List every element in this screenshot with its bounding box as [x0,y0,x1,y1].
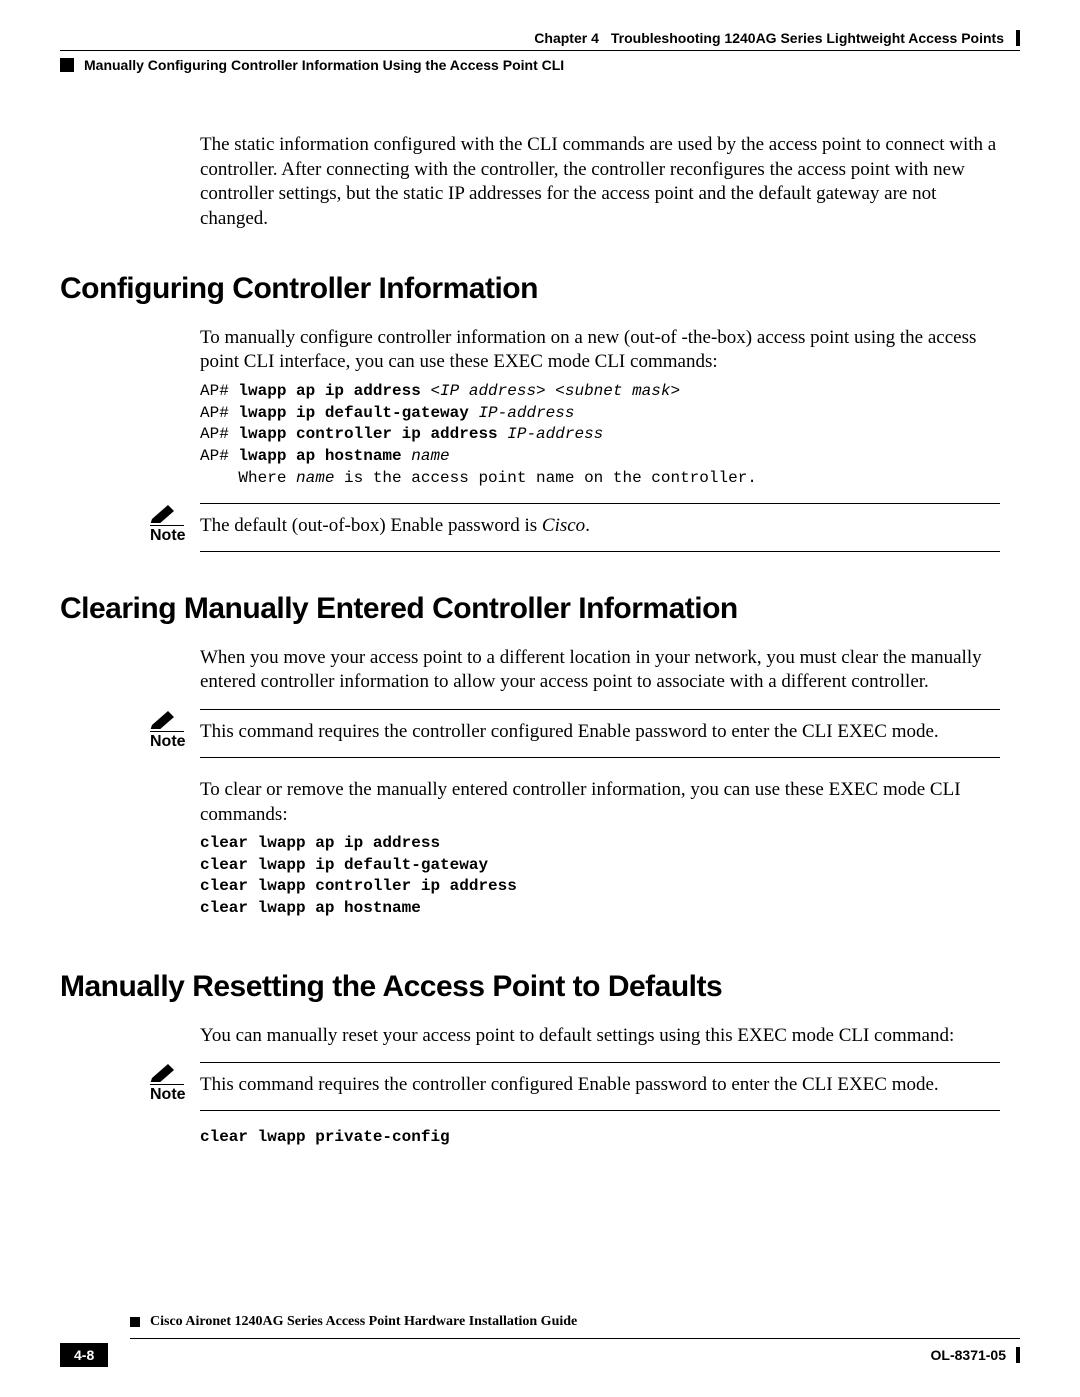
note-label: Note [150,527,186,544]
section3-heading: Manually Resetting the Access Point to D… [60,970,1020,1004]
section3-code: clear lwapp private-config [200,1127,1000,1149]
square-bullet-icon [130,1317,140,1327]
pencil-icon [150,503,178,523]
header-top-row: Chapter 4 Troubleshooting 1240AG Series … [60,30,1020,46]
section1-note: Note The default (out-of-box) Enable pas… [150,503,1000,552]
note-body: This command requires the controller con… [200,709,1000,758]
note-label: Note [150,1086,186,1103]
section2-heading: Clearing Manually Entered Controller Inf… [60,592,1020,626]
footer-guide-title: Cisco Aironet 1240AG Series Access Point… [150,1314,577,1330]
note-label: Note [150,733,186,750]
section1-code: AP# lwapp ap ip address <IP address> <su… [200,381,1000,489]
section2-note: Note This command requires the controlle… [150,709,1000,758]
doc-number: OL-8371-05 [931,1347,1006,1363]
section2-para1: When you move your access point to a dif… [200,646,1000,695]
note-body: The default (out-of-box) Enable password… [200,503,1000,552]
page-footer: Cisco Aironet 1240AG Series Access Point… [60,1314,1020,1367]
footer-rule [130,1338,1020,1339]
header-rule [60,50,1020,51]
square-bullet-icon [60,58,74,72]
section2-para2: To clear or remove the manually entered … [200,778,1000,827]
page-number: 4-8 [60,1343,108,1367]
vertical-bar-icon [1016,30,1020,46]
header-sub-row: Manually Configuring Controller Informat… [60,57,1020,73]
chapter-title: Troubleshooting 1240AG Series Lightweigh… [611,30,1004,46]
vertical-bar-icon [1016,1347,1020,1363]
header-subhead: Manually Configuring Controller Informat… [84,57,564,73]
chapter-label: Chapter 4 [534,30,599,46]
section3-para: You can manually reset your access point… [200,1024,1000,1049]
intro-paragraph: The static information configured with t… [200,133,1000,232]
note-body: This command requires the controller con… [200,1062,1000,1111]
section2-code: clear lwapp ap ip address clear lwapp ip… [200,833,1000,919]
section1-para: To manually configure controller informa… [200,326,1000,375]
section3-note: Note This command requires the controlle… [150,1062,1000,1111]
section1-heading: Configuring Controller Information [60,272,1020,306]
pencil-icon [150,709,178,729]
pencil-icon [150,1062,178,1082]
